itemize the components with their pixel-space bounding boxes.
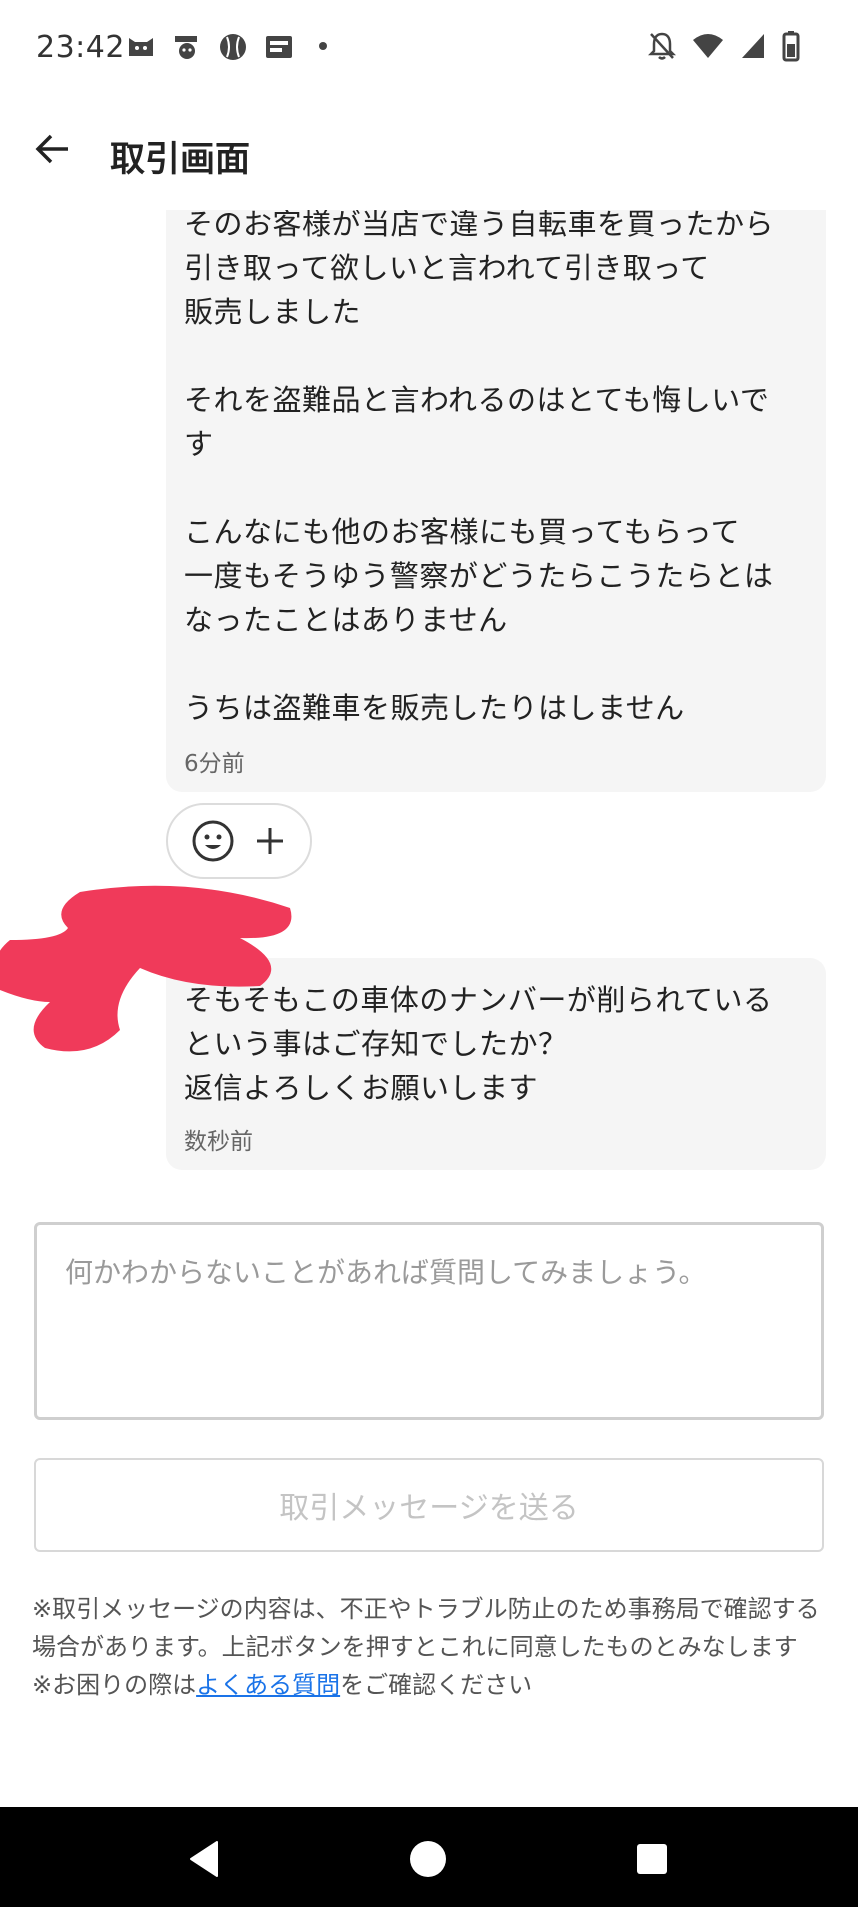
- message-bubble: そのお客様が当店で違う自転車を買ったから 引き取って欲しいと言われて引き取って …: [166, 180, 826, 792]
- signal-icon: [742, 34, 764, 58]
- status-time: 23:42: [36, 30, 125, 65]
- message-text: そのお客様が当店で違う自転車を買ったから 引き取って欲しいと言われて引き取って …: [184, 207, 775, 725]
- back-triangle-icon[interactable]: [187, 1840, 221, 1878]
- message-timestamp: 6分前: [184, 751, 245, 777]
- arrow-left-icon[interactable]: [34, 133, 70, 165]
- mascot-icon: [175, 36, 197, 59]
- bell-off-icon: [648, 32, 676, 60]
- wifi-icon: [693, 34, 723, 58]
- app-header: 取引画面: [0, 95, 858, 210]
- message-input[interactable]: [34, 1222, 824, 1420]
- status-bar: 23:42: [0, 0, 858, 95]
- home-circle-icon[interactable]: [409, 1840, 447, 1878]
- notice-suffix: をご確認ください: [340, 1671, 533, 1699]
- notice-line: ※お困りの際はよくある質問をご確認ください: [32, 1666, 832, 1704]
- battery-icon: [782, 31, 800, 62]
- redaction-scribble: [0, 885, 292, 1052]
- dot-icon: [319, 42, 327, 50]
- plus-icon[interactable]: [253, 824, 287, 858]
- notice-line: ※取引メッセージの内容は、不正やトラブル防止のため事務局で確認する場合があります…: [32, 1595, 820, 1661]
- navigation-bar: [0, 1807, 858, 1907]
- message-timestamp: 数秒前: [184, 1129, 253, 1155]
- nav-back-button[interactable]: [182, 1837, 226, 1881]
- app-icon: [266, 36, 292, 58]
- send-message-button[interactable]: 取引メッセージを送る: [34, 1458, 824, 1552]
- notice-prefix: ※お困りの際は: [32, 1671, 197, 1699]
- recents-square-icon[interactable]: [635, 1842, 669, 1876]
- nav-recents-button[interactable]: [630, 1837, 674, 1881]
- nav-home-button[interactable]: [406, 1837, 450, 1881]
- notice-text: ※取引メッセージの内容は、不正やトラブル防止のため事務局で確認する場合があります…: [32, 1590, 832, 1704]
- back-button[interactable]: [28, 125, 76, 173]
- baseball-icon: [220, 34, 246, 60]
- system-status: [648, 30, 800, 62]
- cat-icon: [129, 38, 153, 56]
- reaction-button[interactable]: [166, 803, 312, 879]
- page-title: 取引画面: [110, 140, 251, 180]
- smiley-icon[interactable]: [191, 819, 235, 863]
- faq-link[interactable]: よくある質問: [196, 1671, 340, 1699]
